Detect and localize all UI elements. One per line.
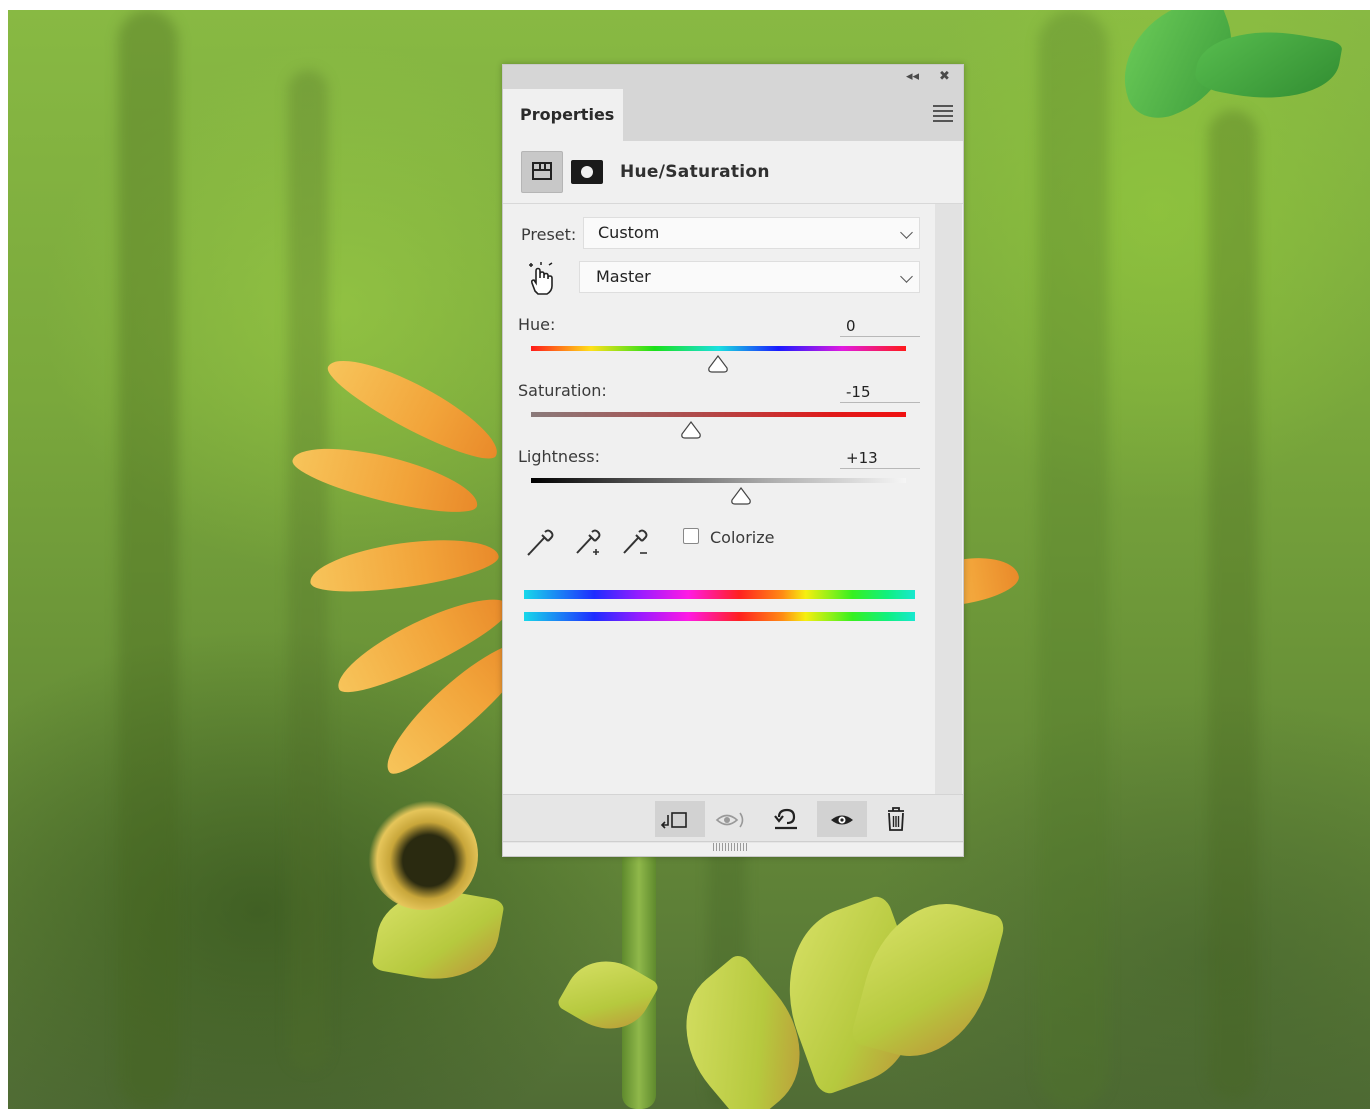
adjustment-header: Hue/Saturation — [521, 151, 941, 195]
lightness-slider-thumb[interactable] — [730, 487, 752, 505]
panel-tab-bar: Properties — [503, 89, 963, 141]
trash-icon[interactable] — [871, 801, 921, 837]
saturation-label: Saturation: — [518, 381, 607, 400]
resize-grip[interactable] — [713, 843, 749, 851]
saturation-slider-thumb[interactable] — [680, 421, 702, 439]
header-divider — [503, 203, 963, 204]
saturation-value-field[interactable]: -15 — [840, 381, 920, 403]
preset-value: Custom — [598, 223, 660, 242]
tab-properties[interactable]: Properties — [503, 89, 623, 141]
view-previous-icon[interactable] — [707, 801, 757, 837]
clip-to-layer-icon[interactable] — [655, 801, 705, 837]
source-color-spectrum — [524, 590, 915, 599]
mask-icon[interactable] — [571, 160, 603, 184]
preset-label: Preset: — [521, 225, 577, 244]
reset-icon[interactable] — [761, 801, 811, 837]
adjustment-title: Hue/Saturation — [620, 162, 770, 182]
lightness-label: Lightness: — [518, 447, 600, 466]
lightness-value-field[interactable]: +13 — [840, 447, 920, 469]
panel-menu-icon[interactable] — [933, 105, 953, 122]
properties-panel: ◂◂ ✖ Properties Hue/Saturation Preset: C… — [502, 64, 964, 857]
preset-dropdown[interactable]: Custom — [583, 217, 920, 249]
footer-divider — [503, 841, 963, 842]
panel-footer-toolbar — [503, 794, 963, 843]
hue-slider-track[interactable] — [531, 346, 906, 351]
lightness-slider-track[interactable] — [531, 478, 906, 483]
colorize-checkbox[interactable] — [683, 528, 699, 544]
eyedropper-add-icon[interactable] — [570, 524, 606, 560]
adjustment-layer-icon[interactable] — [521, 151, 563, 193]
colorize-label: Colorize — [710, 528, 775, 547]
scrollbar[interactable] — [935, 204, 962, 794]
butterfly-image — [1088, 10, 1344, 130]
chevron-down-icon — [900, 226, 913, 239]
collapse-arrows-icon[interactable]: ◂◂ — [906, 67, 919, 87]
saturation-slider-track[interactable] — [531, 412, 906, 417]
hue-slider-thumb[interactable] — [707, 355, 729, 373]
result-color-spectrum — [524, 612, 915, 621]
eyedropper-icon[interactable] — [523, 524, 559, 560]
hue-value-field[interactable]: 0 — [840, 315, 920, 337]
close-icon[interactable]: ✖ — [939, 67, 950, 87]
panel-title-bar[interactable]: ◂◂ ✖ — [503, 65, 963, 89]
channel-value: Master — [596, 267, 651, 286]
hand-tool-icon[interactable] — [525, 261, 557, 297]
channel-dropdown[interactable]: Master — [579, 261, 920, 293]
hue-label: Hue: — [518, 315, 556, 334]
visibility-icon[interactable] — [817, 801, 867, 837]
chevron-down-icon — [900, 270, 913, 283]
eyedropper-subtract-icon[interactable] — [617, 524, 653, 560]
